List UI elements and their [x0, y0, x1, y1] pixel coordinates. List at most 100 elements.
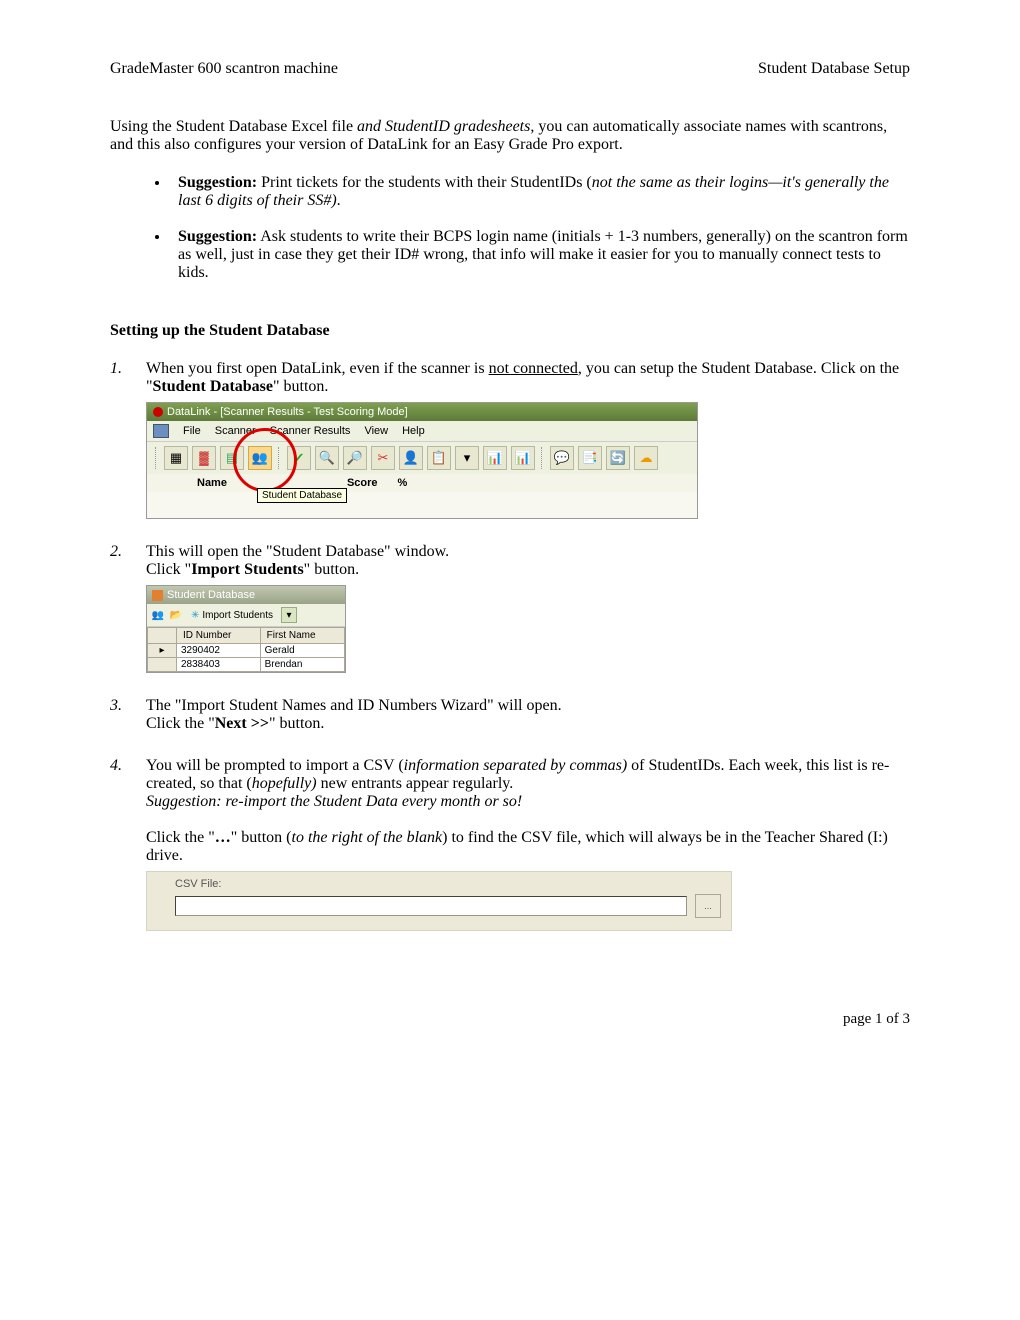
- toolbar-icon[interactable]: 🔄: [606, 446, 630, 470]
- column-headers: Name Score %: [147, 474, 697, 492]
- toolbar-separator: [278, 447, 281, 469]
- toolbar-icon[interactable]: ✔: [287, 446, 311, 470]
- toolbar-icon[interactable]: 🔍: [315, 446, 339, 470]
- tooltip: Student Database: [257, 488, 347, 503]
- step-bold: Next >>: [215, 715, 269, 732]
- toolbar-icon[interactable]: 📋: [427, 446, 451, 470]
- grid-body: [147, 492, 697, 518]
- open-icon[interactable]: 📂: [169, 608, 183, 622]
- cell-id[interactable]: 3290402: [177, 644, 261, 658]
- step-2: 2. This will open the "Student Database"…: [110, 543, 910, 673]
- child-window-icon: [153, 424, 169, 438]
- toolbar-separator: [155, 447, 158, 469]
- step-text: This will open the "Student Database" wi…: [146, 543, 449, 560]
- step-3: 3. The "Import Student Names and ID Numb…: [110, 697, 910, 733]
- suggestion-text: Ask students to write their BCPS login n…: [178, 228, 908, 281]
- toolbar-icon[interactable]: ▦: [164, 446, 188, 470]
- toolbar-icon[interactable]: 📊: [511, 446, 535, 470]
- step-text: The "Import Student Names and ID Numbers…: [146, 697, 562, 714]
- toolbar-icon[interactable]: 📊: [483, 446, 507, 470]
- header-left: GradeMaster 600 scantron machine: [110, 60, 338, 78]
- step-text: " button.: [304, 561, 359, 578]
- step-underline: not connected: [489, 360, 578, 377]
- col-id-number[interactable]: ID Number: [177, 628, 261, 644]
- window-title-text: Student Database: [167, 589, 255, 601]
- toolbar-icon[interactable]: ▓: [192, 446, 216, 470]
- col-score: Score: [347, 477, 378, 489]
- suggestion-label: Suggestion:: [178, 174, 257, 191]
- section-heading: Setting up the Student Database: [110, 322, 910, 340]
- window-titlebar: DataLink - [Scanner Results - Test Scori…: [147, 403, 697, 421]
- suggestion-item: Suggestion: Print tickets for the studen…: [170, 174, 910, 210]
- row-header-blank: [148, 628, 177, 644]
- toolbar: 👥 📂 ✳ Import Students ▾: [147, 604, 345, 627]
- dropdown-icon[interactable]: ▾: [281, 607, 297, 623]
- add-icon[interactable]: 👥: [151, 608, 165, 622]
- cell-firstname[interactable]: Brendan: [260, 658, 344, 672]
- step-text: When you first open DataLink, even if th…: [146, 360, 489, 377]
- step-text: new entrants appear regularly.: [317, 775, 514, 792]
- menu-file[interactable]: File: [183, 425, 201, 437]
- toolbar-icon[interactable]: ▤: [220, 446, 244, 470]
- student-database-button[interactable]: 👥: [248, 446, 272, 470]
- window-title-text: DataLink - [Scanner Results - Test Scori…: [167, 406, 408, 418]
- toolbar-icon[interactable]: ▾: [455, 446, 479, 470]
- page-footer: page 1 of 3: [110, 1011, 910, 1028]
- toolbar-icon[interactable]: 📑: [578, 446, 602, 470]
- toolbar-icon[interactable]: ✂: [371, 446, 395, 470]
- toolbar-icon[interactable]: 👤: [399, 446, 423, 470]
- step-number: 4.: [110, 757, 146, 931]
- app-icon: [153, 407, 163, 417]
- import-label: Import Students: [202, 610, 273, 621]
- intro-italic: and StudentID gradesheets: [357, 118, 530, 135]
- table-row[interactable]: 2838403 Brendan: [148, 658, 345, 672]
- step-text: " button (: [231, 829, 292, 846]
- intro-paragraph: Using the Student Database Excel file an…: [110, 118, 910, 154]
- step-text: Click ": [146, 561, 191, 578]
- menu-scanner[interactable]: Scanner: [215, 425, 256, 437]
- import-students-button[interactable]: ✳ Import Students: [187, 608, 277, 623]
- step-text: Click the ": [146, 715, 215, 732]
- suggestion-list: Suggestion: Print tickets for the studen…: [110, 174, 910, 282]
- menu-scanner-results[interactable]: Scanner Results: [270, 425, 351, 437]
- step-italic: to the right of the blank: [292, 829, 443, 846]
- toolbar: ▦ ▓ ▤ 👥 ✔ 🔍 🔎 ✂ 👤 📋 ▾ 📊 📊 💬 📑: [147, 441, 697, 474]
- import-icon: ✳: [191, 610, 199, 621]
- browse-button[interactable]: ...: [695, 894, 721, 918]
- row-selector[interactable]: ▸: [148, 644, 177, 658]
- intro-text: Using the Student Database Excel file: [110, 118, 357, 135]
- step-1: 1. When you first open DataLink, even if…: [110, 360, 910, 519]
- step-text: You will be prompted to import a CSV (: [146, 757, 404, 774]
- suggestion-text: Print tickets for the students with thei…: [257, 174, 592, 191]
- cell-id[interactable]: 2838403: [177, 658, 261, 672]
- screenshot-datalink-window: DataLink - [Scanner Results - Test Scori…: [146, 402, 698, 519]
- toolbar-icon[interactable]: 🔎: [343, 446, 367, 470]
- menu-help[interactable]: Help: [402, 425, 425, 437]
- csv-file-input[interactable]: [175, 896, 687, 916]
- suggestion-label: Suggestion:: [178, 228, 257, 245]
- step-bold: …: [215, 829, 231, 846]
- window-icon: [152, 590, 163, 601]
- toolbar-icon[interactable]: 💬: [550, 446, 574, 470]
- step-text: Click the ": [146, 829, 215, 846]
- suggestion-tail: .: [337, 192, 341, 209]
- header-right: Student Database Setup: [758, 60, 910, 78]
- toolbar-icon[interactable]: ☁: [634, 446, 658, 470]
- row-selector[interactable]: [148, 658, 177, 672]
- table-row[interactable]: ▸ 3290402 Gerald: [148, 644, 345, 658]
- toolbar-separator: [541, 447, 544, 469]
- step-bold: Student Database: [153, 378, 273, 395]
- col-first-name[interactable]: First Name: [260, 628, 344, 644]
- step-text: " button.: [273, 378, 328, 395]
- step-italic-line: Suggestion: re-import the Student Data e…: [146, 793, 522, 810]
- col-name: Name: [197, 477, 227, 489]
- col-pct: %: [398, 477, 408, 489]
- screenshot-student-database-window: Student Database 👥 📂 ✳ Import Students ▾…: [146, 585, 346, 673]
- step-italic: hopefully): [252, 775, 317, 792]
- step-4: 4. You will be prompted to import a CSV …: [110, 757, 910, 931]
- suggestion-item: Suggestion: Ask students to write their …: [170, 228, 910, 282]
- step-text: " button.: [269, 715, 324, 732]
- cell-firstname[interactable]: Gerald: [260, 644, 344, 658]
- menu-view[interactable]: View: [364, 425, 388, 437]
- window-titlebar: Student Database: [147, 586, 345, 604]
